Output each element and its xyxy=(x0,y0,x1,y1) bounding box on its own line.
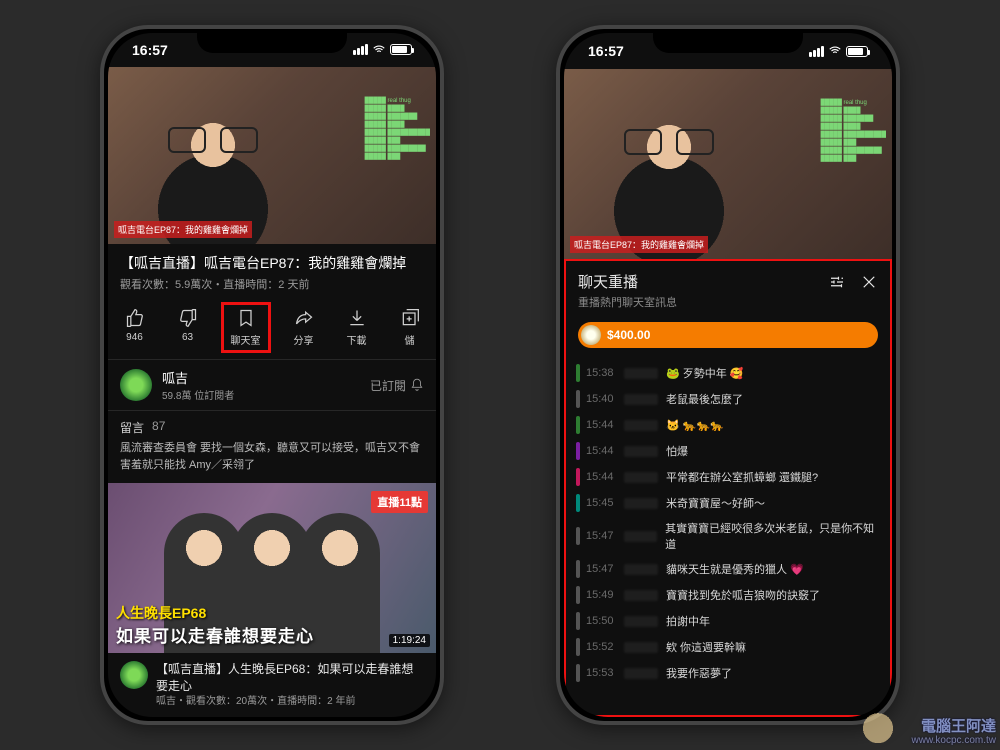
tune-icon[interactable] xyxy=(828,273,846,291)
download-icon xyxy=(347,308,367,328)
bell-icon xyxy=(410,378,424,392)
video-lower-third: 呱吉電台EP87：我的雞雞會爛掉 xyxy=(570,236,708,253)
episode-tag: 人生晚長EP68 xyxy=(116,603,206,623)
chat-message: 15:44怕爆 xyxy=(576,438,880,464)
chat-message: 15:49寶寶找到免於呱吉狼吻的訣竅了 xyxy=(576,582,880,608)
watermark-mascot xyxy=(856,712,900,748)
next-video[interactable]: 直播11點 人生晚長EP68 如果可以走春誰想要走心 1:19:24 【呱吉直播… xyxy=(108,483,436,717)
superchat-chip[interactable]: $400.00 xyxy=(578,322,878,348)
top-comment[interactable]: 風流審查委員會 要找一個女森，聽意又可以接受，呱吉又不會害羞就只能找 Amy／采… xyxy=(108,440,436,483)
next-stats: 呱吉・觀看次數：20萬次・直播時間：2 年前 xyxy=(156,695,424,709)
phone-right: 16:57 █████ real thug█████ █████████ ███… xyxy=(556,25,900,725)
bookmark-icon xyxy=(236,308,256,328)
wifi-icon xyxy=(828,44,842,58)
battery-icon xyxy=(390,44,412,55)
signal-icon xyxy=(809,46,824,57)
live-badge: 直播11點 xyxy=(371,491,428,513)
chat-replay-panel: 聊天重播 重播熱門聊天室訊息 $400.00 15:38🐸 歹勢中年 🥰15:4… xyxy=(564,258,892,717)
chat-message: 15:40老鼠最後怎麼了 xyxy=(576,386,880,412)
video-title[interactable]: 【呱吉直播】呱吉電台EP87：我的雞雞會爛掉 xyxy=(120,254,424,273)
video-lower-third: 呱吉電台EP87：我的雞雞會爛掉 xyxy=(114,221,252,238)
video-player[interactable]: █████ real thug█████ █████████ █████████… xyxy=(564,69,892,259)
phone-left: 16:57 █████ real thug█████ █████████ ███… xyxy=(100,25,444,725)
chat-message: 15:44平常都在辦公室抓蟑螂 還鐵腿? xyxy=(576,464,880,490)
like-button[interactable]: 946 xyxy=(119,306,151,349)
chat-message: 15:38🐸 歹勢中年 🥰 xyxy=(576,360,880,386)
video-player[interactable]: █████ real thug█████ █████████ █████████… xyxy=(108,67,436,244)
next-channel-avatar[interactable] xyxy=(120,661,148,689)
wifi-icon xyxy=(372,43,386,57)
signal-icon xyxy=(353,44,368,55)
thumb-title: 如果可以走春誰想要走心 xyxy=(116,622,314,647)
video-meta: 【呱吉直播】呱吉電台EP87：我的雞雞會爛掉 觀看次數：5.9萬次・直播時間：2… xyxy=(108,244,436,299)
duration-badge: 1:19:24 xyxy=(389,634,430,647)
chat-list[interactable]: 15:38🐸 歹勢中年 🥰15:40老鼠最後怎麼了15:44🐱 🐆🐆🐆15:44… xyxy=(566,356,890,715)
save-button[interactable]: 儲 xyxy=(394,306,426,349)
status-time: 16:57 xyxy=(132,42,168,58)
close-icon[interactable] xyxy=(860,273,878,291)
watermark: 電腦王阿達 www.kocpc.com.tw xyxy=(912,719,996,747)
library-add-icon xyxy=(400,308,420,328)
channel-name: 呱吉 xyxy=(162,368,360,387)
action-bar: 946 63 聊天室 分享 下載 儲 xyxy=(108,298,436,359)
chat-subtitle: 重播熱門聊天室訊息 xyxy=(566,294,890,318)
stream-chat-overlay: █████ real thug█████ █████████ █████████… xyxy=(821,99,886,163)
status-time: 16:57 xyxy=(588,43,624,59)
channel-avatar[interactable] xyxy=(120,369,152,401)
stream-chat-overlay: █████ real thug█████ █████████ █████████… xyxy=(365,97,430,161)
channel-row[interactable]: 呱吉 59.8萬 位訂閱者 已訂閱 xyxy=(108,359,436,411)
chat-message: 15:47其實寶寶已經咬很多次米老鼠，只是你不知道 xyxy=(576,516,880,556)
subscribed-button[interactable]: 已訂閱 xyxy=(370,377,424,394)
thumbs-down-icon xyxy=(178,308,198,328)
chat-message: 15:44🐱 🐆🐆🐆 xyxy=(576,412,880,438)
chat-message: 15:45米奇寶寶屋～好師～ xyxy=(576,490,880,516)
thumbs-up-icon xyxy=(125,308,145,328)
channel-subs: 59.8萬 位訂閱者 xyxy=(162,387,360,402)
next-title: 【呱吉直播】人生晚長EP68：如果可以走春誰想要走心 xyxy=(156,661,424,695)
chat-message: 15:52欸 你這週要幹嘛 xyxy=(576,634,880,660)
dislike-button[interactable]: 63 xyxy=(172,306,204,349)
chat-message: 15:47貓咪天生就是優秀的獵人 💗 xyxy=(576,556,880,582)
battery-icon xyxy=(846,46,868,57)
chat-message: 15:53我要作惡夢了 xyxy=(576,660,880,686)
comments-header[interactable]: 留言 87 xyxy=(108,411,436,440)
chat-message: 15:50拍謝中年 xyxy=(576,608,880,634)
superchat-avatar xyxy=(581,325,601,345)
notch xyxy=(653,29,803,53)
download-button[interactable]: 下載 xyxy=(341,306,373,349)
share-icon xyxy=(294,308,314,328)
chat-title: 聊天重播 xyxy=(578,271,638,292)
notch xyxy=(197,29,347,53)
video-stats: 觀看次數：5.9萬次・直播時間：2 天前 xyxy=(120,276,424,292)
share-button[interactable]: 分享 xyxy=(288,306,320,349)
chatroom-button[interactable]: 聊天室 xyxy=(225,306,267,349)
